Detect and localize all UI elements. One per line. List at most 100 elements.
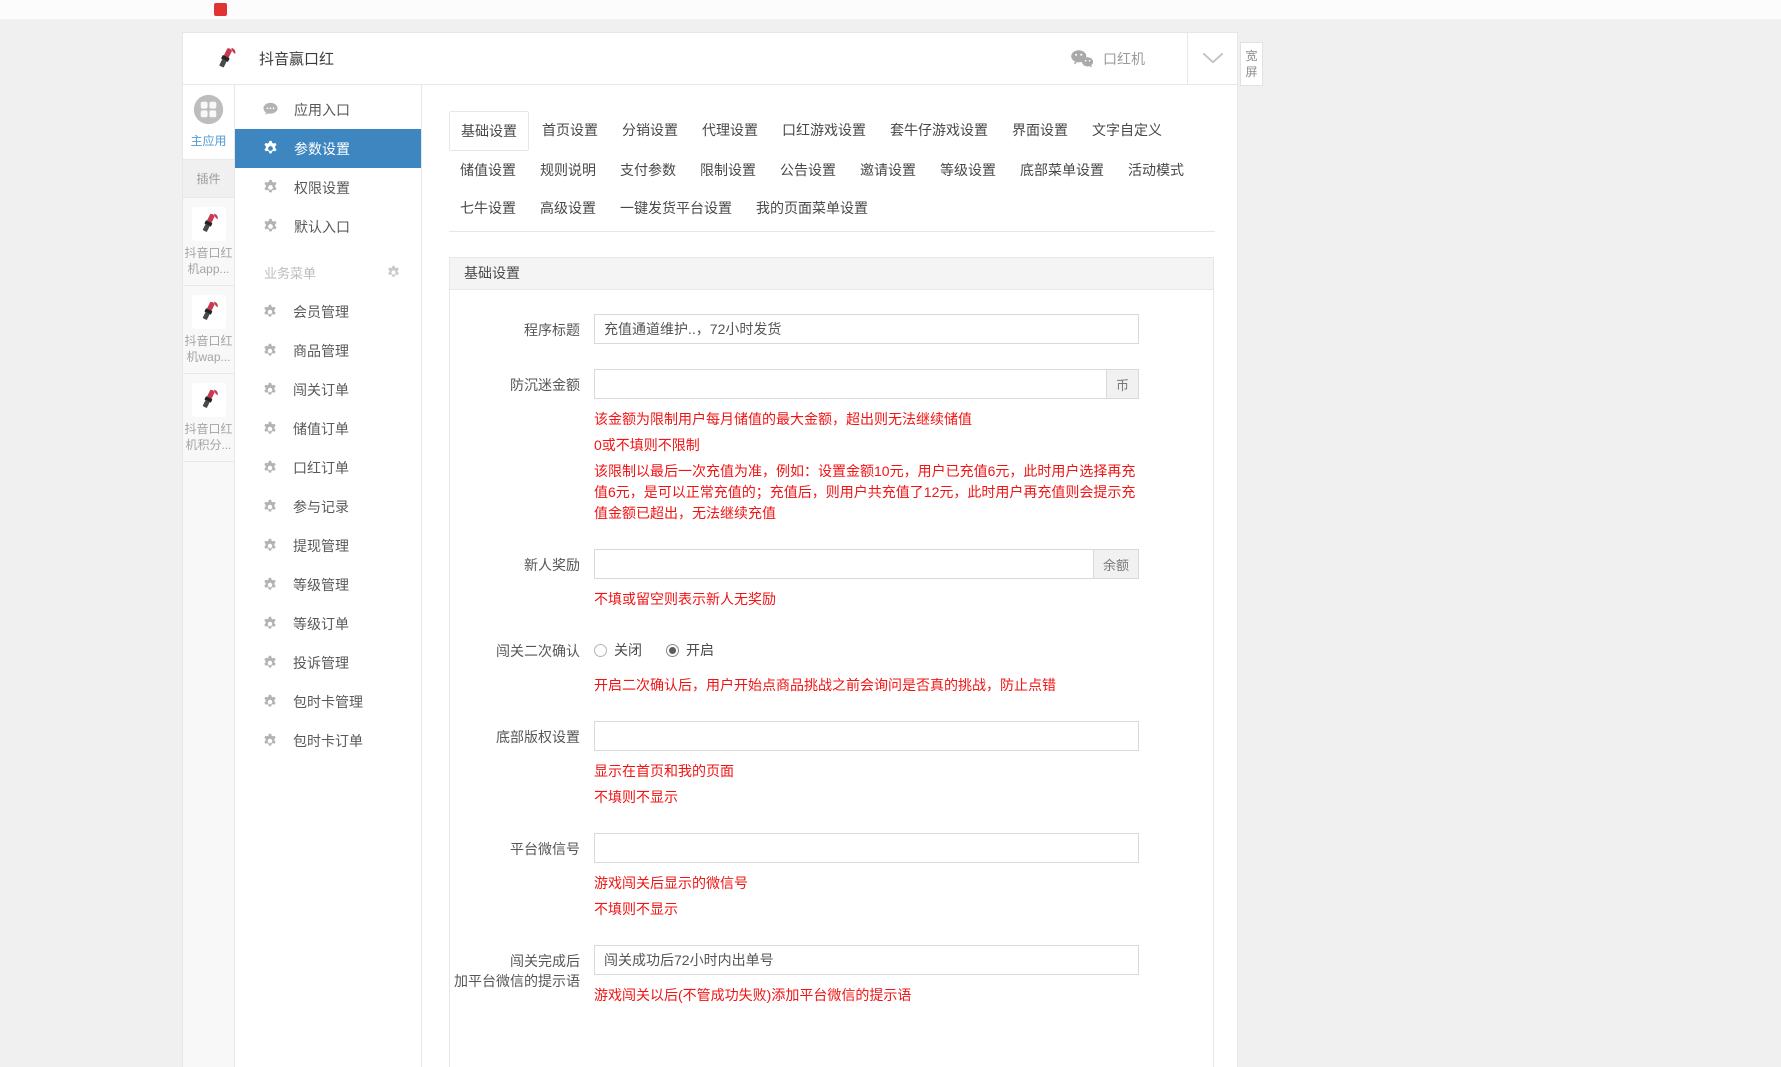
tab-basic-settings[interactable]: 基础设置 xyxy=(449,111,529,151)
field-label: 平台微信号 xyxy=(450,833,580,920)
balance-addon: 余额 xyxy=(1093,549,1139,579)
account-menu[interactable]: 口红机 xyxy=(1070,33,1187,84)
tab-interface-settings[interactable]: 界面设置 xyxy=(1001,111,1079,151)
plugin-tile xyxy=(192,295,226,329)
tab-distribution-settings[interactable]: 分销设置 xyxy=(611,111,689,151)
radio-label: 关闭 xyxy=(614,640,642,660)
comment-bubble-icon xyxy=(262,101,279,118)
radio-on[interactable]: 开启 xyxy=(666,640,714,660)
help-text: 不填则不显示 xyxy=(594,787,1139,808)
sidebar-item-complaint-management[interactable]: 投诉管理 xyxy=(235,643,421,682)
sidebar-item-level-management[interactable]: 等级管理 xyxy=(235,565,421,604)
app-header: 抖音赢口红 口红机 xyxy=(183,33,1237,85)
radio-circle-checked-icon[interactable] xyxy=(666,644,679,657)
field-label-line2: 加平台微信的提示语 xyxy=(450,971,580,991)
tab-cowboy-game-settings[interactable]: 套牛仔游戏设置 xyxy=(879,111,999,151)
field-footer-copyright: 底部版权设置 显示在首页和我的页面 不填则不显示 xyxy=(450,721,1213,808)
lipstick-app-icon xyxy=(195,386,223,414)
tab-text-customization[interactable]: 文字自定义 xyxy=(1081,111,1173,151)
platform-wechat-id-input[interactable] xyxy=(594,833,1139,863)
tab-activity-mode[interactable]: 活动模式 xyxy=(1117,151,1195,189)
account-label: 口红机 xyxy=(1103,49,1145,69)
after-challenge-prompt-input[interactable] xyxy=(594,945,1139,975)
grid-apps-icon xyxy=(192,93,225,126)
gear-icon xyxy=(262,499,278,515)
gear-icon xyxy=(262,538,278,554)
sidebar-item-label: 应用入口 xyxy=(294,100,350,120)
help-text: 游戏闯关以后(不管成功失败)添加平台微信的提示语 xyxy=(594,985,1139,1006)
rail-plugin-section-label: 插件 xyxy=(183,160,234,198)
rail-item-plugin-points[interactable]: 抖音口红机积分... xyxy=(183,374,234,462)
tab-home-settings[interactable]: 首页设置 xyxy=(531,111,609,151)
help-text: 不填或留空则表示新人无奖励 xyxy=(594,589,1139,610)
gear-icon xyxy=(262,616,278,632)
tab-rules-description[interactable]: 规则说明 xyxy=(529,151,607,189)
plugin-label: 抖音口红机积分... xyxy=(184,421,233,453)
sidebar-item-app-entry[interactable]: 应用入口 xyxy=(235,90,421,129)
sidebar-item-recharge-orders[interactable]: 储值订单 xyxy=(235,409,421,448)
gear-icon xyxy=(262,179,279,196)
field-label: 底部版权设置 xyxy=(450,721,580,808)
sidebar-item-permission-settings[interactable]: 权限设置 xyxy=(235,168,421,207)
main-content: 基础设置 首页设置 分销设置 代理设置 口红游戏设置 套牛仔游戏设置 界面设置 … xyxy=(422,85,1237,1067)
tab-advanced-settings[interactable]: 高级设置 xyxy=(529,189,607,227)
sidebar: 应用入口 参数设置 权限设置 默认入口 业务菜单 会员管理 xyxy=(235,85,422,1067)
lipstick-app-icon xyxy=(195,210,223,238)
sidebar-item-participation-records[interactable]: 参与记录 xyxy=(235,487,421,526)
tab-qiniu-settings[interactable]: 七牛设置 xyxy=(449,189,527,227)
sidebar-item-parameter-settings[interactable]: 参数设置 xyxy=(235,129,421,168)
sidebar-item-level-orders[interactable]: 等级订单 xyxy=(235,604,421,643)
tab-lipstick-game-settings[interactable]: 口红游戏设置 xyxy=(771,111,877,151)
sidebar-item-timecard-orders[interactable]: 包时卡订单 xyxy=(235,721,421,760)
rail-item-main-app[interactable]: 主应用 xyxy=(183,85,234,160)
help-text: 该限制以最后一次充值为准，例如：设置金额10元，用户已充值6元，此时用户选择再充… xyxy=(594,461,1139,524)
newcomer-reward-input[interactable] xyxy=(594,549,1094,579)
field-challenge-double-confirm: 闯关二次确认 关闭 开启 xyxy=(450,635,1213,696)
sidebar-item-lipstick-orders[interactable]: 口红订单 xyxy=(235,448,421,487)
field-platform-wechat-id: 平台微信号 游戏闯关后显示的微信号 不填则不显示 xyxy=(450,833,1213,920)
rail-item-plugin-wap[interactable]: 抖音口红机wap... xyxy=(183,286,234,374)
field-after-challenge-wechat-prompt: 闯关完成后 加平台微信的提示语 游戏闯关以后(不管成功失败)添加平台微信的提示语 xyxy=(450,945,1213,1006)
tab-one-click-shipping-settings[interactable]: 一键发货平台设置 xyxy=(609,189,743,227)
sidebar-item-default-entry[interactable]: 默认入口 xyxy=(235,207,421,246)
footer-copyright-input[interactable] xyxy=(594,721,1139,751)
plugin-label: 抖音口红机app... xyxy=(184,245,233,277)
sidebar-item-withdrawal-management[interactable]: 提现管理 xyxy=(235,526,421,565)
widescreen-toggle[interactable]: 宽屏 xyxy=(1240,42,1263,86)
radio-circle-icon[interactable] xyxy=(594,644,607,657)
tab-level-settings[interactable]: 等级设置 xyxy=(929,151,1007,189)
anti-addiction-amount-input[interactable] xyxy=(594,369,1107,399)
tab-stored-value-settings[interactable]: 储值设置 xyxy=(449,151,527,189)
sidebar-item-challenge-orders[interactable]: 闯关订单 xyxy=(235,370,421,409)
sidebar-item-label: 包时卡订单 xyxy=(293,731,363,751)
tab-invitation-settings[interactable]: 邀请设置 xyxy=(849,151,927,189)
sidebar-item-product-management[interactable]: 商品管理 xyxy=(235,331,421,370)
sidebar-item-label: 储值订单 xyxy=(293,419,349,439)
sidebar-item-member-management[interactable]: 会员管理 xyxy=(235,292,421,331)
section-settings-gear-icon[interactable] xyxy=(386,265,401,280)
sidebar-item-label: 会员管理 xyxy=(293,302,349,322)
program-title-input[interactable] xyxy=(594,314,1139,344)
gear-icon xyxy=(262,140,279,157)
field-label: 闯关完成后 加平台微信的提示语 xyxy=(450,945,580,1006)
sidebar-item-timecard-management[interactable]: 包时卡管理 xyxy=(235,682,421,721)
tab-announcement-settings[interactable]: 公告设置 xyxy=(769,151,847,189)
sidebar-item-label: 参与记录 xyxy=(293,497,349,517)
field-program-title: 程序标题 xyxy=(450,314,1213,344)
help-text: 0或不填则不限制 xyxy=(594,435,1139,456)
gear-icon xyxy=(262,694,278,710)
tab-agent-settings[interactable]: 代理设置 xyxy=(691,111,769,151)
help-text: 该金额为限制用户每月储值的最大金额，超出则无法继续储值 xyxy=(594,409,1139,430)
help-text: 游戏闯关后显示的微信号 xyxy=(594,873,1139,894)
rail-item-plugin-app[interactable]: 抖音口红机app... xyxy=(183,198,234,286)
radio-off[interactable]: 关闭 xyxy=(594,640,642,660)
tab-payment-parameters[interactable]: 支付参数 xyxy=(609,151,687,189)
tab-bottom-menu-settings[interactable]: 底部菜单设置 xyxy=(1009,151,1115,189)
tab-restriction-settings[interactable]: 限制设置 xyxy=(689,151,767,189)
plugin-tile xyxy=(192,207,226,241)
collapse-header-button[interactable] xyxy=(1187,33,1237,84)
tab-my-page-menu-settings[interactable]: 我的页面菜单设置 xyxy=(745,189,879,227)
gear-icon xyxy=(262,304,278,320)
lipstick-app-icon xyxy=(195,298,223,326)
plugin-label: 抖音口红机wap... xyxy=(184,333,233,365)
